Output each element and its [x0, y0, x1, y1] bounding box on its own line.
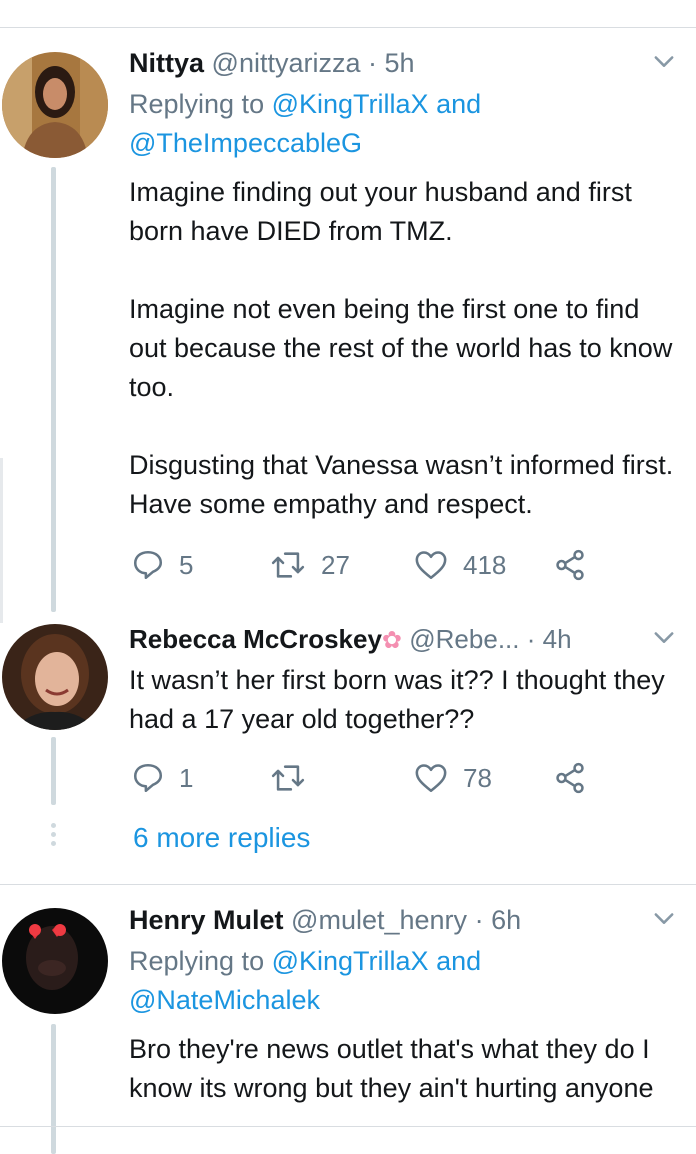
- avatar[interactable]: [2, 908, 108, 1014]
- timestamp[interactable]: 4h: [543, 624, 572, 654]
- share-icon: [556, 549, 584, 581]
- handle[interactable]: @mulet_henry: [291, 905, 467, 935]
- retweet-icon: [271, 552, 305, 578]
- chevron-down-icon[interactable]: [650, 904, 678, 941]
- tweet-header: Rebecca McCroskey✿ @Rebe... · 4h: [129, 621, 676, 659]
- thread-line: [51, 737, 56, 805]
- reply-icon: [133, 763, 163, 793]
- handle[interactable]: @nittyarizza: [212, 48, 361, 78]
- dot-separator: ·: [526, 624, 536, 654]
- tweet-header: Nittya @nittyarizza · 5h: [129, 45, 676, 81]
- bottom-divider: [0, 1126, 696, 1127]
- avatar[interactable]: [2, 624, 108, 730]
- action-bar: 5 27 418: [129, 548, 676, 588]
- replying-to: Replying to @KingTrillaX and @NateMichal…: [129, 942, 676, 1020]
- dot-separator: ·: [368, 48, 377, 78]
- handle[interactable]: @Rebe...: [409, 624, 519, 654]
- share-button[interactable]: [553, 548, 587, 582]
- replying-and[interactable]: and: [436, 946, 481, 976]
- reply-button[interactable]: 1: [131, 761, 193, 795]
- timestamp[interactable]: 6h: [491, 905, 521, 935]
- mention-link[interactable]: @KingTrillaX: [272, 946, 429, 976]
- display-name[interactable]: Rebecca McCroskey: [129, 624, 382, 654]
- like-button[interactable]: 78: [413, 761, 492, 795]
- replying-prefix: Replying to: [129, 89, 265, 119]
- replying-to: Replying to @KingTrillaX and @TheImpecca…: [129, 85, 676, 163]
- share-icon: [556, 762, 584, 794]
- thread-dots: [51, 823, 57, 850]
- dot-separator: ·: [474, 905, 484, 935]
- replying-prefix: Replying to: [129, 946, 265, 976]
- thread-line: [51, 167, 56, 612]
- retweet-button[interactable]: [269, 761, 321, 795]
- tweet-text: Imagine finding out your husband and fir…: [129, 177, 674, 519]
- mention-link[interactable]: @TheImpeccableG: [129, 128, 362, 158]
- thread-line: [51, 1024, 56, 1154]
- top-divider: [0, 27, 696, 28]
- flower-emoji-icon: ✿: [381, 627, 403, 654]
- more-replies-link[interactable]: 6 more replies: [133, 822, 310, 854]
- avatar[interactable]: [2, 52, 108, 158]
- tweet-text: Bro they're news outlet that's what they…: [129, 1034, 654, 1103]
- display-name[interactable]: Nittya: [129, 48, 204, 78]
- mention-link[interactable]: @KingTrillaX: [272, 89, 429, 119]
- timestamp[interactable]: 5h: [385, 48, 415, 78]
- retweet-icon: [271, 765, 305, 791]
- replying-and[interactable]: and: [436, 89, 481, 119]
- like-icon: [415, 764, 447, 793]
- edge-shadow: [0, 458, 3, 623]
- like-button[interactable]: 418: [413, 548, 506, 582]
- chevron-down-icon[interactable]: [650, 47, 678, 84]
- action-bar: 1 78: [129, 761, 676, 801]
- tweet-header: Henry Mulet @mulet_henry · 6h: [129, 902, 676, 938]
- reply-button[interactable]: 5: [131, 548, 193, 582]
- reply-icon: [133, 550, 163, 580]
- retweet-button[interactable]: 27: [269, 548, 350, 582]
- like-icon: [415, 551, 447, 580]
- like-count: 78: [463, 762, 492, 793]
- chevron-down-icon[interactable]: [650, 623, 678, 660]
- share-button[interactable]: [553, 761, 587, 795]
- mention-link[interactable]: @NateMichalek: [129, 985, 320, 1015]
- display-name[interactable]: Henry Mulet: [129, 905, 284, 935]
- section-divider: [0, 884, 696, 885]
- tweet-text: It wasn’t her first born was it?? I thou…: [129, 665, 665, 734]
- reply-count: 5: [179, 549, 194, 580]
- like-count: 418: [463, 549, 507, 580]
- retweet-count: 27: [321, 549, 350, 580]
- reply-count: 1: [179, 762, 194, 793]
